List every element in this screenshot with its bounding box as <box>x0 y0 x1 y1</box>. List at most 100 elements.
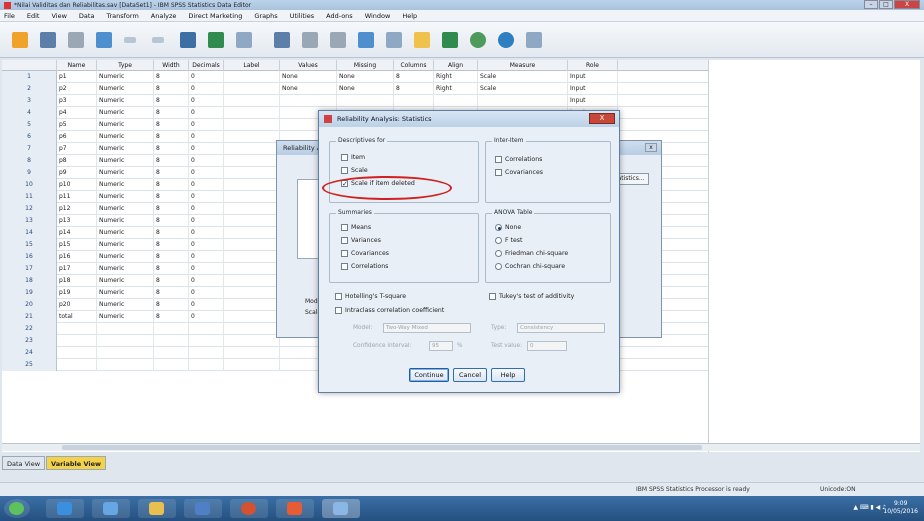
cell-name[interactable]: p19 <box>57 287 97 299</box>
menu-data[interactable]: Data <box>79 12 95 20</box>
menu-file[interactable]: File <box>4 12 15 20</box>
cell-label[interactable] <box>224 263 280 275</box>
cell-dec[interactable] <box>189 323 224 335</box>
cell-missing[interactable] <box>337 95 394 107</box>
cell-name[interactable]: p3 <box>57 95 97 107</box>
cell-label[interactable] <box>224 311 280 323</box>
row-number[interactable]: 19 <box>2 287 57 299</box>
cell-dec[interactable]: 0 <box>189 311 224 323</box>
cell-name[interactable]: p1 <box>57 71 97 83</box>
row-number[interactable]: 2 <box>2 83 57 95</box>
tab-data-view[interactable]: Data View <box>2 456 46 470</box>
cell-label[interactable] <box>224 95 280 107</box>
cell-width[interactable]: 8 <box>154 167 189 179</box>
show-all-variables-icon[interactable] <box>494 28 518 52</box>
cell-measure[interactable]: Scale <box>478 83 568 95</box>
cell-label[interactable] <box>224 227 280 239</box>
test-value-input[interactable]: 0 <box>527 341 567 351</box>
icc-type-select[interactable]: Consistency <box>517 323 605 333</box>
file-explorer-icon[interactable] <box>138 499 176 518</box>
anova-friedman-radio[interactable] <box>495 250 502 257</box>
cell-label[interactable] <box>224 323 280 335</box>
mail-icon[interactable] <box>184 499 222 518</box>
row-number[interactable]: 12 <box>2 203 57 215</box>
cell-width[interactable]: 8 <box>154 287 189 299</box>
cell-width[interactable]: 8 <box>154 227 189 239</box>
cell-type[interactable] <box>97 359 154 371</box>
cell-width[interactable]: 8 <box>154 179 189 191</box>
cell-width[interactable]: 8 <box>154 107 189 119</box>
cell-type[interactable]: Numeric <box>97 155 154 167</box>
cell-name[interactable]: p9 <box>57 167 97 179</box>
confidence-interval-input[interactable]: 95 <box>429 341 453 351</box>
select-cases-icon[interactable] <box>410 28 434 52</box>
cell-name[interactable] <box>57 347 97 359</box>
column-header[interactable]: Role <box>568 60 618 71</box>
column-header[interactable]: Decimals <box>189 60 224 71</box>
insert-cases-icon[interactable] <box>298 28 322 52</box>
cell-type[interactable]: Numeric <box>97 227 154 239</box>
row-number[interactable]: 25 <box>2 359 57 371</box>
cell-label[interactable] <box>224 275 280 287</box>
menu-analyze[interactable]: Analyze <box>151 12 177 20</box>
save-icon[interactable] <box>36 28 60 52</box>
anova-cochran-row[interactable]: Cochran chi-square <box>495 263 565 270</box>
cell-name[interactable]: p5 <box>57 119 97 131</box>
weight-cases-icon[interactable] <box>382 28 406 52</box>
cell-width[interactable]: 8 <box>154 191 189 203</box>
row-number[interactable]: 14 <box>2 227 57 239</box>
column-header[interactable]: Measure <box>478 60 568 71</box>
cell-role[interactable]: Input <box>568 95 618 107</box>
cell-type[interactable]: Numeric <box>97 131 154 143</box>
cell-dec[interactable]: 0 <box>189 71 224 83</box>
cell-dec[interactable]: 0 <box>189 239 224 251</box>
redo-icon[interactable] <box>148 28 172 52</box>
row-number[interactable]: 8 <box>2 155 57 167</box>
value-labels-icon[interactable] <box>438 28 462 52</box>
scale-checkbox[interactable] <box>341 167 348 174</box>
cell-label[interactable] <box>224 287 280 299</box>
use-sets-icon[interactable] <box>466 28 490 52</box>
variances-row[interactable]: Variances <box>341 237 381 244</box>
inter-correlations-row[interactable]: Correlations <box>495 156 542 163</box>
inter-covariances-checkbox[interactable] <box>495 169 502 176</box>
cell-type[interactable]: Numeric <box>97 299 154 311</box>
cell-align[interactable]: Right <box>434 83 478 95</box>
menu-help[interactable]: Help <box>402 12 417 20</box>
row-number[interactable]: 1 <box>2 71 57 83</box>
cell-name[interactable] <box>57 335 97 347</box>
spss-taskbar-icon[interactable] <box>322 499 360 518</box>
menu-window[interactable]: Window <box>365 12 391 20</box>
cell-width[interactable]: 8 <box>154 83 189 95</box>
cell-role[interactable]: Input <box>568 83 618 95</box>
cell-label[interactable] <box>224 167 280 179</box>
find-icon[interactable] <box>270 28 294 52</box>
column-header[interactable]: Width <box>154 60 189 71</box>
row-number[interactable]: 16 <box>2 251 57 263</box>
cell-type[interactable]: Numeric <box>97 263 154 275</box>
print-icon[interactable] <box>64 28 88 52</box>
cell-dec[interactable]: 0 <box>189 227 224 239</box>
anova-none-radio[interactable] <box>495 224 502 231</box>
cell-type[interactable]: Numeric <box>97 107 154 119</box>
anova-none-row[interactable]: None <box>495 224 521 231</box>
row-number[interactable]: 13 <box>2 215 57 227</box>
scrollbar-thumb[interactable] <box>62 445 702 450</box>
inter-covariances-row[interactable]: Covariances <box>495 169 543 176</box>
item-checkbox[interactable] <box>341 154 348 161</box>
cell-missing[interactable]: None <box>337 71 394 83</box>
cell-type[interactable]: Numeric <box>97 215 154 227</box>
cell-type[interactable]: Numeric <box>97 119 154 131</box>
tukey-row[interactable]: Tukey's test of additivity <box>489 293 574 300</box>
minimize-button[interactable]: – <box>864 0 878 9</box>
cell-dec[interactable]: 0 <box>189 143 224 155</box>
cell-width[interactable] <box>154 323 189 335</box>
continue-button[interactable]: Continue <box>409 368 449 382</box>
cell-columns[interactable] <box>394 95 434 107</box>
means-checkbox[interactable] <box>341 224 348 231</box>
cell-values[interactable]: None <box>280 71 337 83</box>
cell-dec[interactable]: 0 <box>189 119 224 131</box>
cell-type[interactable]: Numeric <box>97 287 154 299</box>
row-number[interactable]: 22 <box>2 323 57 335</box>
cell-width[interactable]: 8 <box>154 251 189 263</box>
